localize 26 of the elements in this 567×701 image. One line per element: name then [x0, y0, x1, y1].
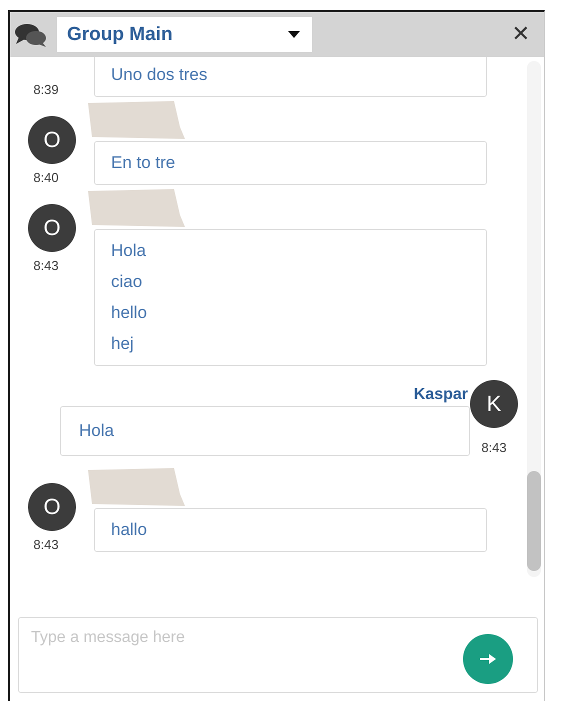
- message-text: hello: [111, 302, 148, 324]
- group-dropdown[interactable]: Group Main: [57, 17, 312, 52]
- message-text: En to tre: [111, 152, 176, 174]
- message-text: Hola: [79, 420, 115, 442]
- message-time: 8:43: [33, 258, 59, 273]
- message-text: hej: [111, 333, 135, 355]
- message-text: Uno dos tres: [111, 64, 208, 86]
- message-time: 8:43: [33, 537, 59, 552]
- message-text: Hola: [111, 240, 147, 262]
- scrollbar-track[interactable]: [527, 61, 541, 577]
- sender-name: Kaspar: [414, 386, 468, 404]
- caret-icon: [288, 31, 300, 38]
- message-time: 8:43: [481, 440, 507, 455]
- send-button[interactable]: [463, 634, 513, 684]
- avatar: O: [28, 204, 76, 252]
- arrow-right-icon: [480, 653, 496, 665]
- avatar: O: [28, 116, 76, 164]
- message-text: ciao: [111, 271, 144, 293]
- chat-bubbles-icon: [14, 22, 48, 48]
- scrollbar-thumb[interactable]: [527, 471, 541, 571]
- message-text: hallo: [111, 519, 148, 541]
- avatar: K: [470, 380, 518, 428]
- avatar: O: [28, 483, 76, 531]
- message-time: 8:40: [33, 170, 59, 185]
- close-button[interactable]: ✕: [506, 21, 536, 48]
- message-time: 8:39: [33, 82, 59, 97]
